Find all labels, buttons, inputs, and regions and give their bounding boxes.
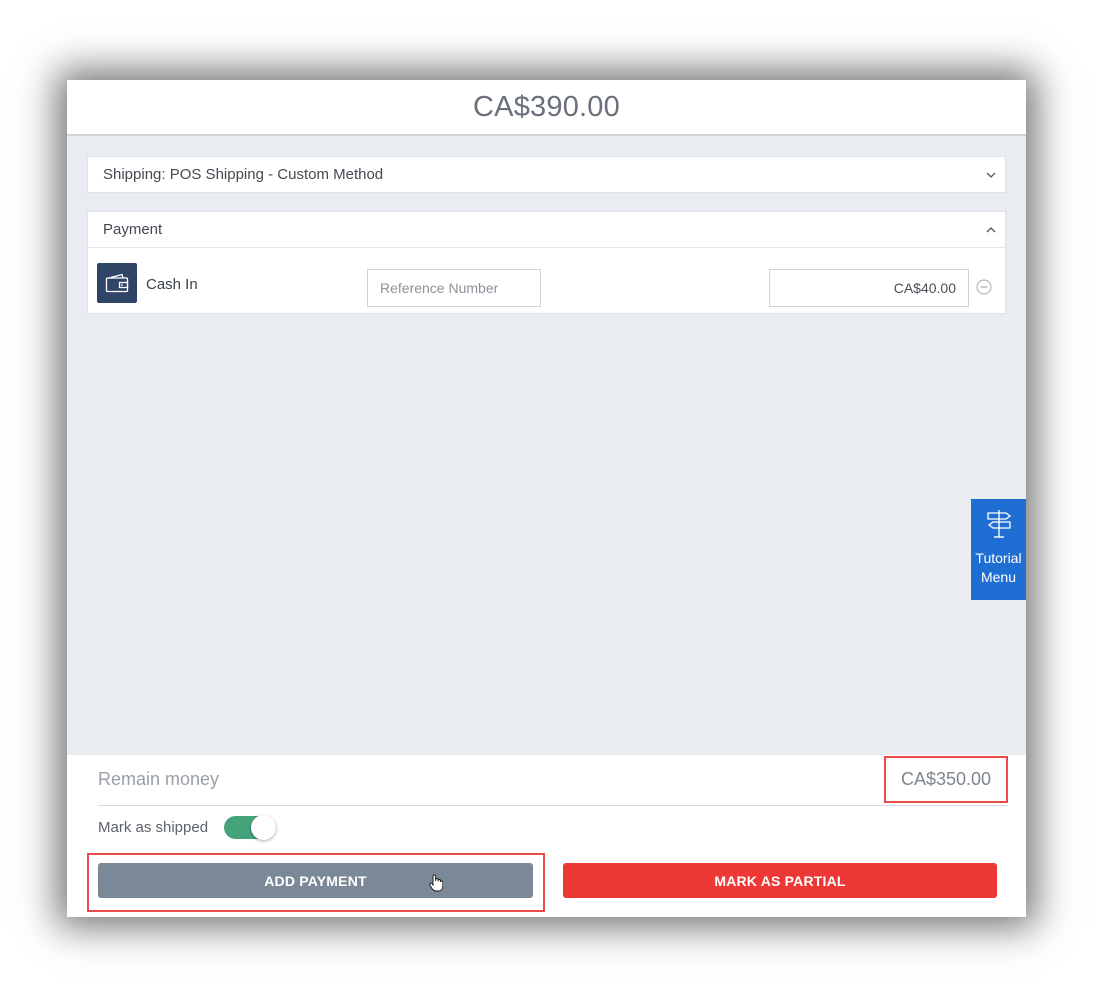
tutorial-label-line1: Tutorial <box>975 550 1022 566</box>
checkout-footer: Remain money CA$350.00 Mark as shipped A… <box>67 755 1026 917</box>
remain-money-value: CA$350.00 <box>884 756 1008 803</box>
checkout-window: CA$390.00 Shipping: POS Shipping - Custo… <box>67 80 1026 917</box>
remain-money-amount: CA$350.00 <box>900 769 992 789</box>
mark-as-shipped-label: Mark as shipped <box>98 819 209 836</box>
shipping-label: Shipping: POS Shipping - Custom Method <box>103 166 384 183</box>
payment-header[interactable]: Payment <box>88 212 1005 248</box>
tutorial-menu-button[interactable]: Tutorial Menu <box>971 499 1026 600</box>
mark-as-partial-button[interactable]: MARK AS PARTIAL <box>563 863 997 898</box>
add-payment-button[interactable]: ADD PAYMENT <box>98 863 533 898</box>
minus-circle-icon[interactable] <box>976 279 992 295</box>
toggle-knob[interactable] <box>251 815 276 840</box>
mark-as-shipped-toggle[interactable] <box>224 815 276 840</box>
payment-panel: Payment Cash In <box>87 211 1006 314</box>
payment-method-row: Cash In <box>88 248 1005 314</box>
payment-amount-input[interactable] <box>769 269 969 307</box>
payment-method-label: Cash In <box>146 276 198 293</box>
wallet-icon <box>97 263 137 303</box>
tutorial-label-line2: Menu <box>980 569 1017 585</box>
chevron-up-icon[interactable] <box>985 224 997 236</box>
payment-title: Payment <box>103 221 163 238</box>
order-total-header: CA$390.00 <box>67 80 1026 136</box>
shipping-panel[interactable]: Shipping: POS Shipping - Custom Method <box>87 156 1006 193</box>
divider <box>98 805 1008 806</box>
order-total: CA$390.00 <box>473 90 620 123</box>
remain-money-label: Remain money <box>98 769 220 789</box>
reference-number-input[interactable] <box>367 269 541 307</box>
chevron-down-icon[interactable] <box>985 169 997 181</box>
signpost-icon <box>983 510 1015 543</box>
shipping-dropdown[interactable]: Shipping: POS Shipping - Custom Method <box>88 157 1005 192</box>
